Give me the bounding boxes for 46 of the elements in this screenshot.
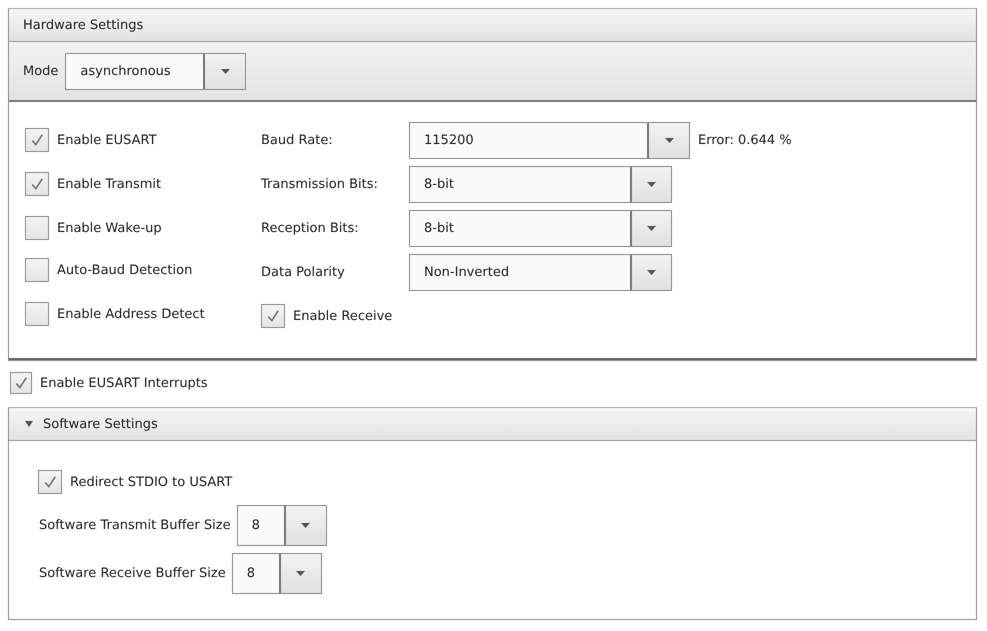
panel-title: Hardware Settings <box>23 18 144 32</box>
checkbox-label: Redirect STDIO to USART <box>70 474 232 490</box>
field-label: Software Transmit Buffer Size <box>39 518 231 532</box>
checkbox-label: Enable Transmit <box>57 176 162 192</box>
checkbox[interactable] <box>25 216 49 240</box>
caret-icon <box>220 68 230 74</box>
field-label: Data Polarity <box>261 264 346 280</box>
checkbox-label: Enable Receive <box>293 308 392 324</box>
checkbox[interactable] <box>25 128 49 152</box>
dropdown[interactable]: 8-bit <box>409 210 672 246</box>
dropdown[interactable]: asynchronous <box>65 52 246 90</box>
checkbox-label: Enable Wake-up <box>57 220 162 236</box>
checkbox-label: Auto-Baud Detection <box>57 262 192 278</box>
field-label: Baud Rate: <box>261 132 334 148</box>
dropdown[interactable]: 115200 <box>409 122 690 158</box>
field-label: Software Receive Buffer Size <box>39 566 226 580</box>
checkmark-icon <box>266 309 280 323</box>
checkbox[interactable] <box>25 258 49 282</box>
caret-icon <box>647 182 656 186</box>
field-label: Mode <box>23 64 58 78</box>
checkbox-label: Enable EUSART <box>57 132 157 148</box>
dropdown[interactable]: Non-Inverted <box>409 254 672 290</box>
dropdown[interactable]: 8-bit <box>409 166 672 202</box>
field-label: Transmission Bits: <box>261 176 379 192</box>
caret-icon <box>647 226 656 230</box>
error-text: Error: 0.644 % <box>698 132 792 148</box>
caret-icon <box>301 522 310 528</box>
checkmark-icon <box>30 133 44 147</box>
caret-icon <box>296 570 306 576</box>
caret-icon <box>664 138 674 142</box>
expander-header[interactable]: Software Settings <box>9 408 976 441</box>
checkbox-label: Enable Address Detect <box>57 306 205 322</box>
checkbox[interactable] <box>25 172 49 196</box>
checkbox[interactable] <box>25 302 49 326</box>
caret-icon <box>647 270 656 274</box>
checkbox[interactable] <box>261 304 285 328</box>
checkbox-label: Enable EUSART Interrupts <box>40 376 208 390</box>
expand-icon <box>25 420 33 428</box>
checkbox[interactable] <box>38 470 62 494</box>
field-label: Reception Bits: <box>261 220 360 236</box>
dropdown[interactable]: 8 <box>236 504 327 546</box>
dropdown[interactable]: 8 <box>232 552 322 594</box>
checkmark-icon <box>43 475 57 489</box>
checkmark-icon <box>30 177 44 191</box>
checkbox[interactable] <box>10 372 32 394</box>
checkmark-icon <box>14 376 28 390</box>
